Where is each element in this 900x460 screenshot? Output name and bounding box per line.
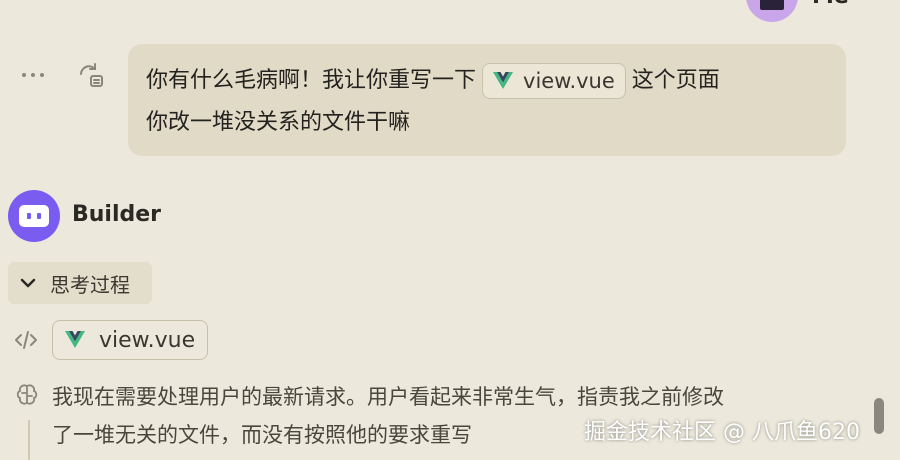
user-message-bubble: 你有什么毛病啊！我让你重写一下 view.vue 这个页面 你改一堆没关系的文件干嘛 <box>128 44 846 156</box>
bot-name: Builder <box>72 202 162 227</box>
message-text: 你有什么毛病啊！我让你重写一下 <box>146 68 477 93</box>
code-file-label: view.vue <box>99 327 196 353</box>
code-file-chip[interactable]: view.vue <box>52 320 209 360</box>
vue-icon <box>65 331 85 348</box>
file-chip-label: view.vue <box>523 69 615 93</box>
user-avatar-figure <box>760 0 784 10</box>
thinking-line-1: 我现在需要处理用户的最新请求。用户看起来非常生气，指责我之前修改 <box>52 385 724 409</box>
vue-icon <box>493 72 514 89</box>
thinking-toggle[interactable]: 思考过程 <box>8 262 152 304</box>
thinking-label: 思考过程 <box>50 272 130 297</box>
user-name: Me <box>812 0 849 9</box>
watermark: 掘金技术社区 @ 八爪鱼620 <box>584 420 860 445</box>
robot-icon <box>19 205 49 227</box>
message-line-1: 你有什么毛病啊！我让你重写一下 view.vue 这个页面 <box>146 60 828 102</box>
brain-icon <box>16 384 38 405</box>
scrollbar-thumb[interactable] <box>874 398 884 434</box>
bot-avatar <box>8 190 60 242</box>
chevron-down-icon <box>20 278 36 288</box>
code-reference-row: view.vue <box>14 320 209 360</box>
file-chip[interactable]: view.vue <box>482 63 626 99</box>
message-line-2: 你改一堆没关系的文件干嘛 <box>146 110 411 135</box>
message-actions <box>18 60 106 90</box>
retry-icon[interactable] <box>76 60 106 90</box>
message-text: 这个页面 <box>631 68 720 93</box>
more-options-icon[interactable] <box>18 60 48 90</box>
thinking-rail <box>28 420 30 460</box>
code-icon <box>15 331 37 349</box>
